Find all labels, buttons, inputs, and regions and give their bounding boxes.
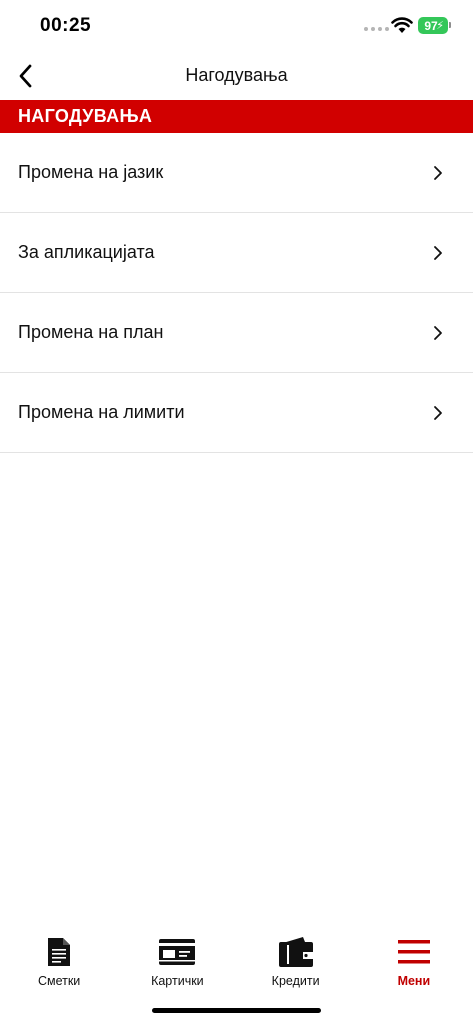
chevron-right-icon (434, 245, 442, 260)
signal-dots-icon (364, 27, 389, 31)
tab-cards[interactable]: Картички (118, 928, 236, 998)
tab-bar: Сметки Картички Кредити Мени (0, 928, 473, 998)
chevron-right-icon (434, 325, 442, 340)
settings-list: Промена на јазик За апликацијата Промена… (0, 133, 473, 453)
menu-item-change-language[interactable]: Промена на јазик (0, 133, 473, 213)
menu-item-label: Промена на лимити (18, 402, 185, 422)
menu-item-change-limits[interactable]: Промена на лимити (0, 373, 473, 453)
wallet-icon (278, 937, 313, 967)
charging-bolt-icon: ⚡ (436, 20, 444, 32)
tab-label: Сметки (37, 974, 81, 988)
chevron-right-icon (434, 405, 442, 420)
menu-item-label: Промена на јазик (18, 162, 164, 182)
wifi-icon (391, 17, 413, 33)
status-bar: 00:25 97 ⚡ (0, 0, 473, 52)
battery-icon: 97 ⚡ (418, 17, 448, 34)
menu-item-label: За апликацијата (18, 242, 155, 262)
home-indicator (152, 1008, 321, 1013)
hamburger-menu-icon (397, 940, 430, 964)
tab-accounts[interactable]: Сметки (0, 928, 118, 998)
menu-item-about-app[interactable]: За апликацијата (0, 213, 473, 293)
nav-bar: Нагодувања (0, 52, 473, 100)
page-title: Нагодувања (185, 65, 288, 85)
chevron-right-icon (434, 165, 442, 180)
tab-credits[interactable]: Кредити (237, 928, 355, 998)
section-header: НАГОДУВАЊА (0, 100, 473, 133)
battery-tip (449, 22, 451, 28)
card-icon (159, 939, 196, 965)
document-icon (48, 938, 71, 966)
tab-label: Кредити (271, 974, 320, 988)
tab-menu[interactable]: Мени (355, 928, 473, 998)
menu-item-label: Промена на план (18, 322, 164, 342)
menu-item-change-plan[interactable]: Промена на план (0, 293, 473, 373)
tab-label: Мени (397, 974, 431, 988)
status-time: 00:25 (40, 15, 92, 36)
tab-label: Картички (151, 974, 204, 988)
